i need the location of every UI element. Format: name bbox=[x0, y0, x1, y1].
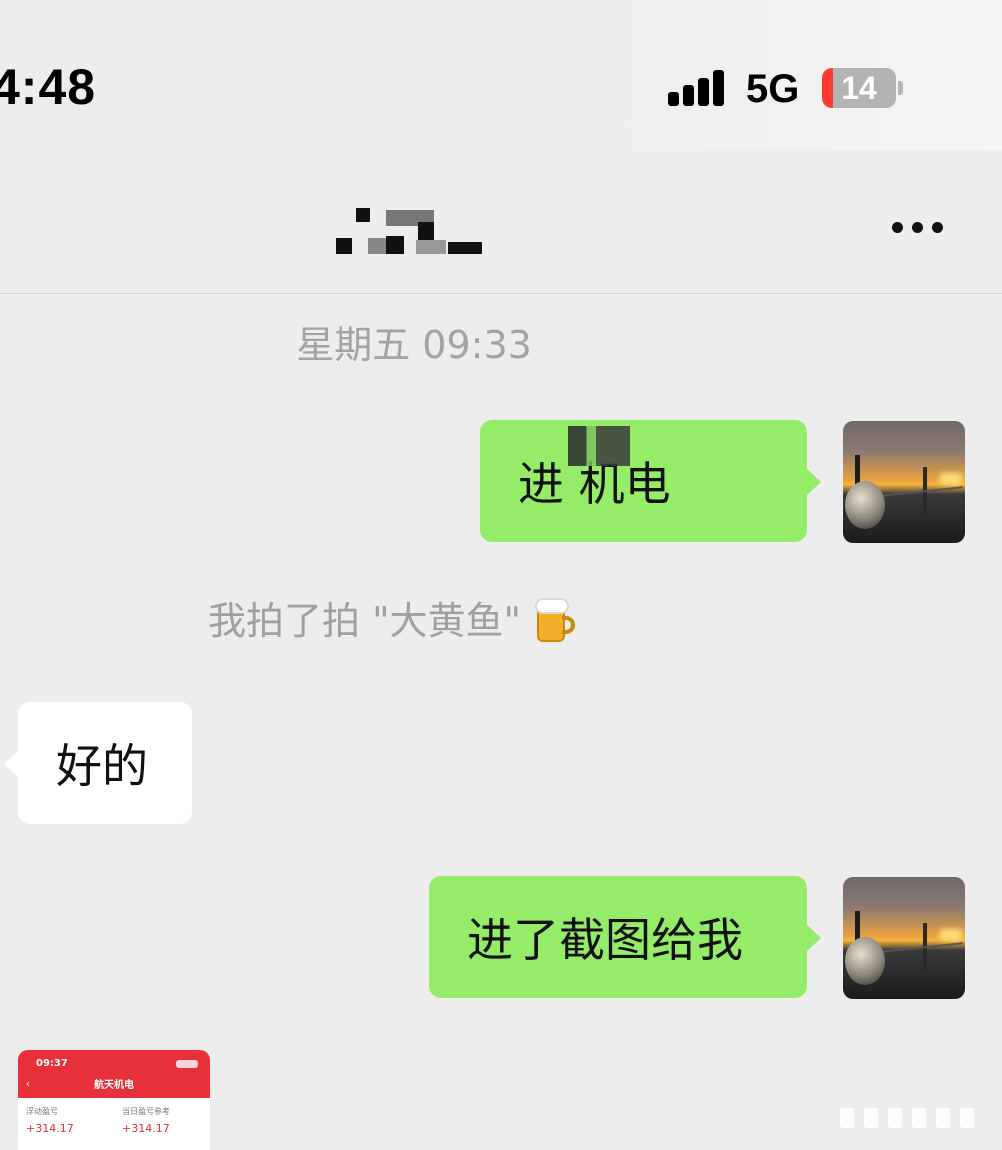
network-type: 5G bbox=[746, 67, 800, 111]
thumbnail-status-icons bbox=[176, 1060, 198, 1068]
my-avatar[interactable] bbox=[843, 421, 965, 543]
my-avatar[interactable] bbox=[843, 877, 965, 999]
chat-header bbox=[0, 150, 1002, 294]
beer-mug-icon bbox=[535, 598, 576, 644]
message-text: 好的 bbox=[56, 739, 148, 793]
thumbnail-title: 航天机电 bbox=[94, 1080, 134, 1091]
battery-level: 14 bbox=[841, 70, 877, 106]
message-text: 进了截图给我 bbox=[467, 913, 743, 967]
pat-notice: 我拍了拍 "大黄鱼" bbox=[208, 590, 576, 645]
thumbnail-time: 09:37 bbox=[36, 1058, 68, 1069]
image-message-thumbnail[interactable]: 09:37 ‹ 航天机电 浮动盈亏 当日盈亏参考 +314.17 +314.17 bbox=[18, 1050, 210, 1150]
more-options-button[interactable] bbox=[888, 210, 948, 244]
thumbnail-left-value: +314.17 bbox=[26, 1122, 74, 1135]
received-message-bubble[interactable]: 好的 bbox=[4, 702, 192, 824]
sent-message-bubble[interactable]: 进 机电 bbox=[480, 420, 821, 542]
watermark bbox=[830, 1102, 990, 1132]
thumbnail-right-value: +314.17 bbox=[122, 1122, 170, 1135]
thumbnail-left-label: 浮动盈亏 bbox=[26, 1107, 58, 1116]
thumbnail-right-label: 当日盈亏参考 bbox=[122, 1107, 170, 1116]
status-bar: 4:48 5G 14 bbox=[0, 0, 1002, 150]
redacted-text bbox=[568, 426, 630, 466]
pat-notice-text: 我拍了拍 "大黄鱼" bbox=[208, 599, 522, 643]
cellular-signal-icon bbox=[668, 70, 728, 106]
sent-message-bubble[interactable]: 进了截图给我 bbox=[429, 876, 821, 998]
message-timestamp: 星期五 09:33 bbox=[296, 323, 532, 367]
thumbnail-header: 09:37 ‹ 航天机电 bbox=[18, 1050, 210, 1098]
battery-icon: 14 bbox=[822, 68, 896, 108]
contact-name-pixelated bbox=[336, 206, 484, 256]
status-time: 4:48 bbox=[0, 59, 97, 115]
battery-cap bbox=[898, 81, 903, 95]
